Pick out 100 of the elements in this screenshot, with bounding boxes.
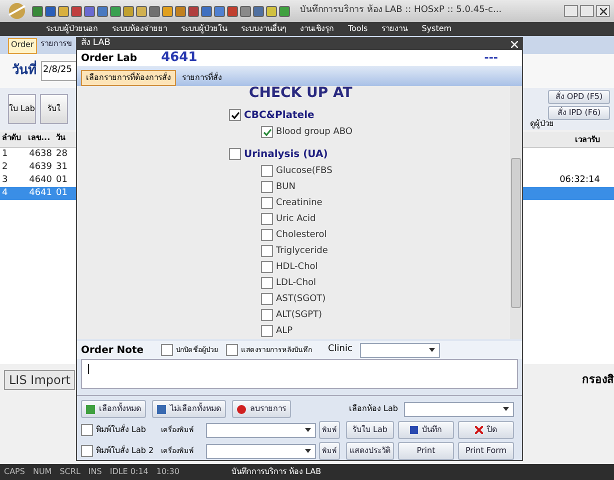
checkbox[interactable]	[261, 245, 273, 258]
table-cell-text: 4641	[28, 187, 53, 200]
toolbar-icon[interactable]	[97, 6, 108, 16]
table-cell-text: 28	[55, 148, 68, 161]
print-checkbox-label: พิมพ์ใบสั่ง Lab 2	[96, 445, 155, 457]
action-button[interactable]: รับใบ Lab	[346, 421, 394, 439]
test-label: Glucose(FBS	[276, 164, 332, 178]
toolbar-icon[interactable]	[149, 6, 160, 16]
toolbar-icon[interactable]	[45, 6, 56, 16]
action-button[interactable]: Print	[398, 442, 454, 460]
test-label: Uric Acid	[276, 212, 316, 226]
menu-item[interactable]: ระบบผู้ป่วยนอก	[46, 23, 98, 35]
scrollbar[interactable]	[510, 86, 522, 340]
menu-item[interactable]: System	[422, 23, 452, 35]
checkbox[interactable]	[261, 277, 273, 290]
select-button[interactable]: เลือกทั้งหมด	[81, 400, 146, 418]
select-button[interactable]: ไม่เลือกทั้งหมด	[152, 400, 226, 418]
dropdown-field[interactable]	[206, 422, 316, 438]
toolbar-icon[interactable]	[175, 6, 186, 16]
checkbox[interactable]	[261, 213, 273, 226]
toolbar-icon[interactable]	[253, 6, 264, 16]
toolbar-icon[interactable]	[84, 6, 95, 16]
toolbar-icon[interactable]	[110, 6, 121, 16]
tab[interactable]: Order	[8, 38, 37, 54]
dropdown-field[interactable]	[404, 402, 514, 416]
toolbar-icon[interactable]	[136, 6, 147, 16]
checkbox[interactable]	[261, 325, 273, 338]
checkbox[interactable]	[261, 309, 273, 322]
menu-item[interactable]: ระบบงานอื่นๆ	[241, 23, 286, 35]
table-cell-text: 31	[55, 161, 68, 174]
action-button[interactable]: บันทึก	[398, 421, 454, 439]
checkbox[interactable]	[261, 261, 273, 274]
checkbox[interactable]	[261, 229, 273, 242]
menu-item[interactable]: งานเชิงรุก	[300, 23, 334, 35]
date-field[interactable]: 2/8/25	[41, 61, 77, 81]
table-cell-text: 2	[1, 161, 9, 174]
order-note-field[interactable]	[81, 359, 518, 389]
toolbar-icon[interactable]	[201, 6, 212, 16]
status-text: บันทึกการบริการ ห้อง LAB	[231, 466, 322, 478]
toolbar-icon[interactable]	[266, 6, 277, 16]
checkbox[interactable]	[261, 181, 273, 194]
menu-item[interactable]: ระบบห้องจ่ายยา	[112, 23, 167, 35]
order-button[interactable]: สั่ง IPD (F6)	[548, 106, 610, 120]
caret-icon	[429, 348, 436, 352]
menu-item[interactable]: ระบบผู้ป่วยใน	[181, 23, 227, 35]
toolbar-icon[interactable]	[240, 6, 251, 16]
order-lab-label: Order Lab	[81, 52, 138, 66]
checkbox[interactable]	[226, 344, 238, 356]
toolbar-icon[interactable]	[279, 6, 290, 16]
close-icon[interactable]	[596, 5, 610, 17]
checkbox[interactable]	[261, 293, 273, 306]
table-cell-text: 01	[55, 187, 68, 200]
checkbox[interactable]	[261, 165, 273, 178]
list-icon	[157, 404, 166, 414]
tab[interactable]: รายการที่สั่ง	[178, 70, 226, 86]
table-cell-text: 4638	[28, 148, 53, 161]
toolbar-button[interactable]: ใบ Lab	[8, 94, 36, 124]
caret-icon	[503, 407, 509, 411]
menu-item[interactable]: Tools	[348, 23, 368, 35]
check-icon	[262, 128, 272, 137]
order-button[interactable]: สั่ง OPD (F5)	[548, 90, 610, 104]
test-label: Creatinine	[276, 196, 322, 210]
dropdown-field[interactable]	[206, 444, 316, 458]
column-header: วัน	[55, 132, 66, 144]
select-button[interactable]: ลบรายการ	[232, 400, 291, 418]
checkbox[interactable]	[81, 445, 93, 457]
check-icon	[230, 110, 240, 120]
checkbox[interactable]	[261, 197, 273, 210]
toolbar-icon[interactable]	[188, 6, 199, 16]
scrollbar-thumb[interactable]	[511, 158, 521, 308]
toolbar-icon[interactable]	[162, 6, 173, 16]
minimize-icon[interactable]	[564, 5, 578, 17]
column-header: เวลารับ	[575, 134, 600, 146]
patient-label: ดูผู้ป่วย	[529, 118, 554, 130]
dropdown-field[interactable]	[360, 342, 440, 358]
action-button[interactable]: แสดงประวัติ	[346, 442, 394, 460]
table-cell-text: 01	[55, 174, 68, 187]
table-cell: 06:32:14	[560, 174, 600, 187]
order-number: 4641	[161, 49, 198, 68]
checkbox[interactable]	[161, 344, 173, 356]
toolbar-icon[interactable]	[214, 6, 225, 16]
toolbar-icon[interactable]	[123, 6, 134, 16]
toolbar-icon[interactable]	[32, 6, 43, 16]
action-button[interactable]: ปิด	[458, 421, 514, 439]
toolbar-icon[interactable]	[58, 6, 69, 16]
column-header: เลข...	[27, 132, 52, 144]
toolbar-button[interactable]: รับใ	[40, 94, 68, 124]
toolbar-icon[interactable]	[71, 6, 82, 16]
checkbox[interactable]	[261, 126, 273, 138]
checkbox[interactable]	[229, 109, 241, 122]
lis-import-button[interactable]: LIS Import	[4, 370, 76, 390]
checkbox[interactable]	[81, 424, 93, 436]
toolbar-icon[interactable]	[227, 6, 238, 16]
column-header: ลำดับ	[1, 132, 22, 144]
tab[interactable]: เลือกรายการที่ต้องการสั่ง	[81, 70, 176, 86]
menu-item[interactable]: รายงาน	[382, 23, 408, 35]
checkbox[interactable]	[229, 148, 241, 160]
test-label: Blood group ABO	[276, 126, 353, 139]
action-button[interactable]: Print Form	[458, 442, 514, 460]
delete-icon	[237, 404, 246, 414]
